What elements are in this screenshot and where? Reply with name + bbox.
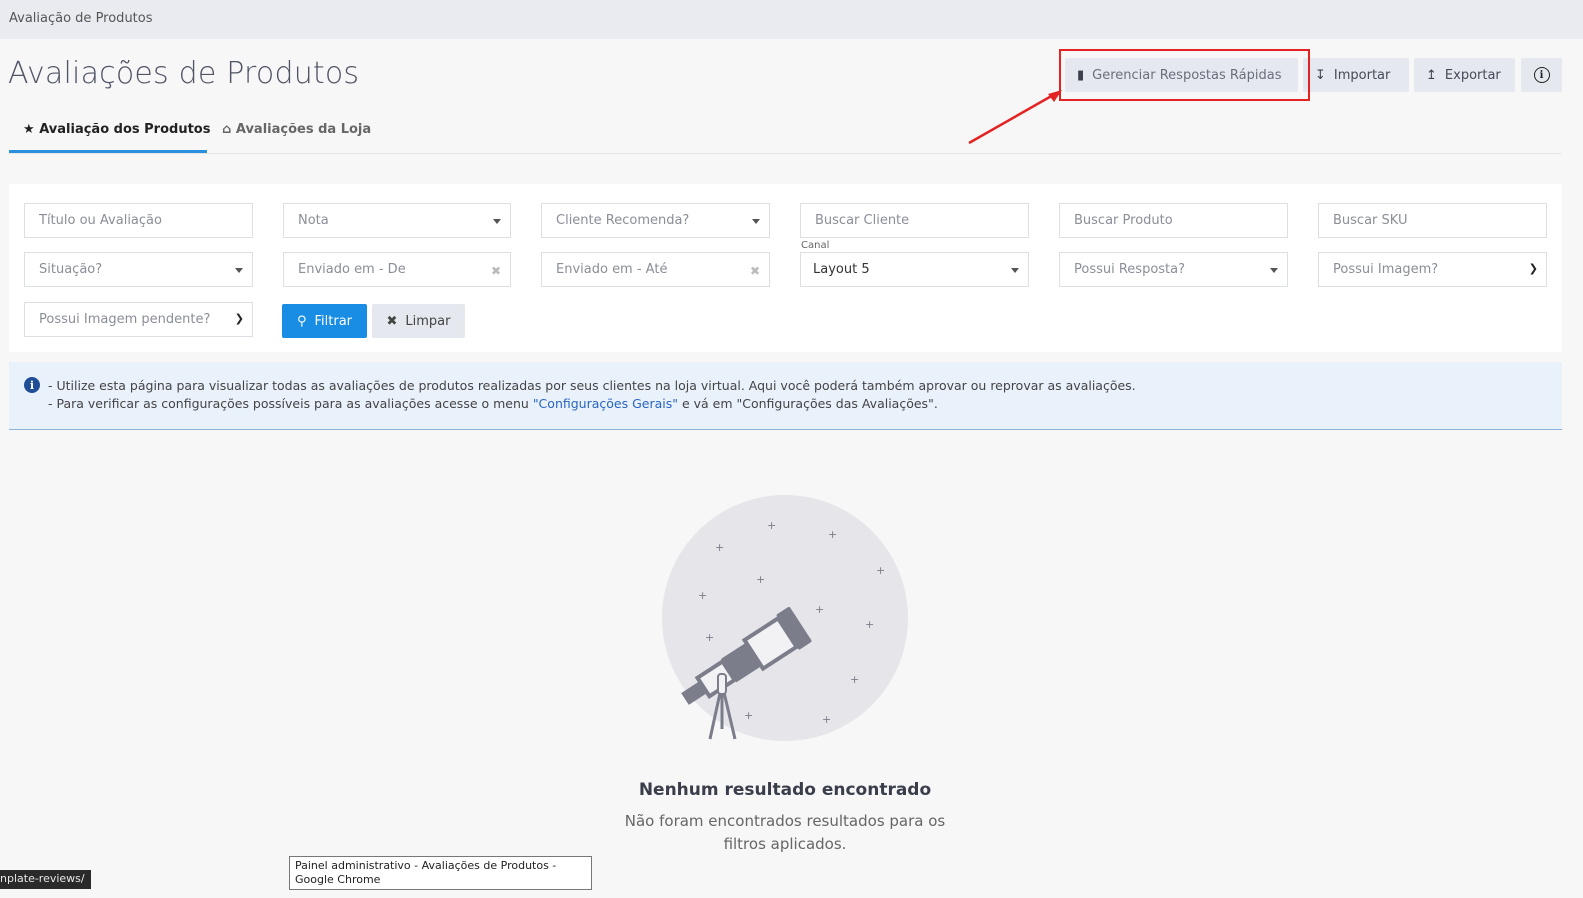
import-label: Importar — [1333, 67, 1391, 83]
has-reply-placeholder: Possui Resposta? — [1074, 262, 1186, 277]
svg-text:+: + — [715, 541, 724, 554]
svg-text:+: + — [822, 713, 831, 726]
export-icon: ↥ — [1426, 67, 1437, 83]
channel-label: Canal — [801, 240, 830, 251]
sent-from-placeholder: Enviado em - De — [298, 262, 406, 277]
browser-status-url: nplate-reviews/ — [0, 870, 91, 889]
has-reply-select[interactable]: Possui Resposta? — [1059, 252, 1288, 287]
svg-text:+: + — [865, 618, 874, 631]
customer-recommends-select[interactable]: Cliente Recomenda? — [541, 203, 770, 238]
active-tab-indicator — [9, 150, 207, 153]
search-icon: ⚲ — [296, 313, 307, 329]
tab-store-reviews[interactable]: ⌂ Avaliações da Loja — [222, 122, 371, 137]
clear-button[interactable]: ✖ Limpar — [372, 304, 465, 338]
svg-text:+: + — [698, 589, 707, 602]
info-line-2-text: - Para verificar as configurações possív… — [48, 396, 533, 411]
tab-product-reviews[interactable]: ★ Avaliação dos Produtos — [23, 122, 210, 137]
manage-quick-replies-label: Gerenciar Respostas Rápidas — [1092, 67, 1282, 83]
svg-text:+: + — [850, 673, 859, 686]
title-or-review-input[interactable]: Título ou Avaliação — [24, 203, 253, 238]
status-select[interactable]: Situação? — [24, 252, 253, 287]
search-product-input[interactable]: Buscar Produto — [1059, 203, 1288, 238]
pending-image-select[interactable]: Possui Imagem pendente? ❯ — [24, 302, 253, 337]
info-button[interactable]: i — [1521, 58, 1562, 92]
sent-to-date-input[interactable]: Enviado em - Até ✖ — [541, 252, 770, 287]
customer-recommends-placeholder: Cliente Recomenda? — [556, 213, 690, 228]
info-line-1: - Utilize esta página para visualizar to… — [48, 378, 1136, 393]
svg-text:+: + — [744, 709, 753, 722]
svg-text:+: + — [828, 528, 837, 541]
sent-from-date-input[interactable]: Enviado em - De ✖ — [283, 252, 511, 287]
breadcrumb-bar: Avaliação de Produtos — [0, 0, 1583, 39]
info-icon: i — [24, 377, 40, 393]
filter-button[interactable]: ⚲ Filtrar — [282, 304, 367, 338]
status-placeholder: Situação? — [39, 262, 103, 277]
info-line-2-suffix: e vá em "Configurações das Avaliações". — [678, 396, 938, 411]
info-line-2: - Para verificar as configurações possív… — [48, 396, 938, 411]
info-icon: i — [1533, 67, 1550, 83]
svg-text:+: + — [767, 519, 776, 532]
chevron-down-icon: ❯ — [1528, 262, 1538, 275]
svg-text:+: + — [705, 631, 714, 644]
window-tooltip: Painel administrativo - Avaliações de Pr… — [289, 856, 592, 890]
filter-button-label: Filtrar — [314, 313, 353, 329]
has-image-placeholder: Possui Imagem? — [1333, 262, 1439, 277]
info-box: i - Utilize esta página para visualizar … — [9, 362, 1562, 430]
tab-bar: ★ Avaliação dos Produtos ⌂ Avaliações da… — [9, 112, 1562, 154]
empty-state-title: Nenhum resultado encontrado — [638, 780, 932, 800]
clear-icon[interactable]: ✖ — [491, 264, 501, 278]
channel-value: Layout 5 — [813, 262, 870, 277]
rating-select[interactable]: Nota — [283, 203, 511, 238]
tab-product-reviews-label: Avaliação dos Produtos — [39, 122, 211, 137]
svg-text:+: + — [756, 573, 765, 586]
export-button[interactable]: ↥ Exportar — [1414, 58, 1515, 92]
general-settings-link[interactable]: "Configurações Gerais" — [533, 396, 678, 411]
clear-button-label: Limpar — [405, 313, 451, 329]
tab-store-reviews-label: Avaliações da Loja — [235, 122, 372, 137]
title-or-review-placeholder: Título ou Avaliação — [39, 213, 162, 228]
export-label: Exportar — [1444, 67, 1501, 83]
svg-text:+: + — [876, 564, 885, 577]
home-icon: ⌂ — [222, 122, 232, 137]
chevron-down-icon: ❯ — [234, 312, 244, 325]
search-customer-placeholder: Buscar Cliente — [815, 213, 910, 228]
channel-select[interactable]: Layout 5 — [800, 252, 1029, 287]
star-icon: ★ — [23, 122, 35, 137]
telescope-illustration: + + + + + + + + + + + + — [662, 495, 908, 741]
book-icon: ▮ — [1077, 67, 1085, 83]
pending-image-placeholder: Possui Imagem pendente? — [39, 312, 211, 327]
search-customer-input[interactable]: Buscar Cliente — [800, 203, 1029, 238]
import-icon: ↧ — [1315, 67, 1326, 83]
close-icon: ✖ — [386, 313, 398, 329]
empty-state-subtitle: Não foram encontrados resultados para os… — [624, 812, 946, 853]
search-product-placeholder: Buscar Produto — [1074, 213, 1173, 228]
search-sku-input[interactable]: Buscar SKU — [1318, 203, 1547, 238]
rating-placeholder: Nota — [298, 213, 329, 228]
page-title: Avaliações de Produtos — [8, 56, 360, 91]
sent-to-placeholder: Enviado em - Até — [556, 262, 668, 277]
has-image-select[interactable]: Possui Imagem? ❯ — [1318, 252, 1547, 287]
search-sku-placeholder: Buscar SKU — [1333, 213, 1408, 228]
manage-quick-replies-button[interactable]: ▮ Gerenciar Respostas Rápidas — [1065, 58, 1298, 92]
import-button[interactable]: ↧ Importar — [1303, 58, 1409, 92]
svg-text:+: + — [815, 603, 824, 616]
breadcrumb: Avaliação de Produtos — [9, 11, 153, 26]
clear-icon[interactable]: ✖ — [750, 264, 760, 278]
